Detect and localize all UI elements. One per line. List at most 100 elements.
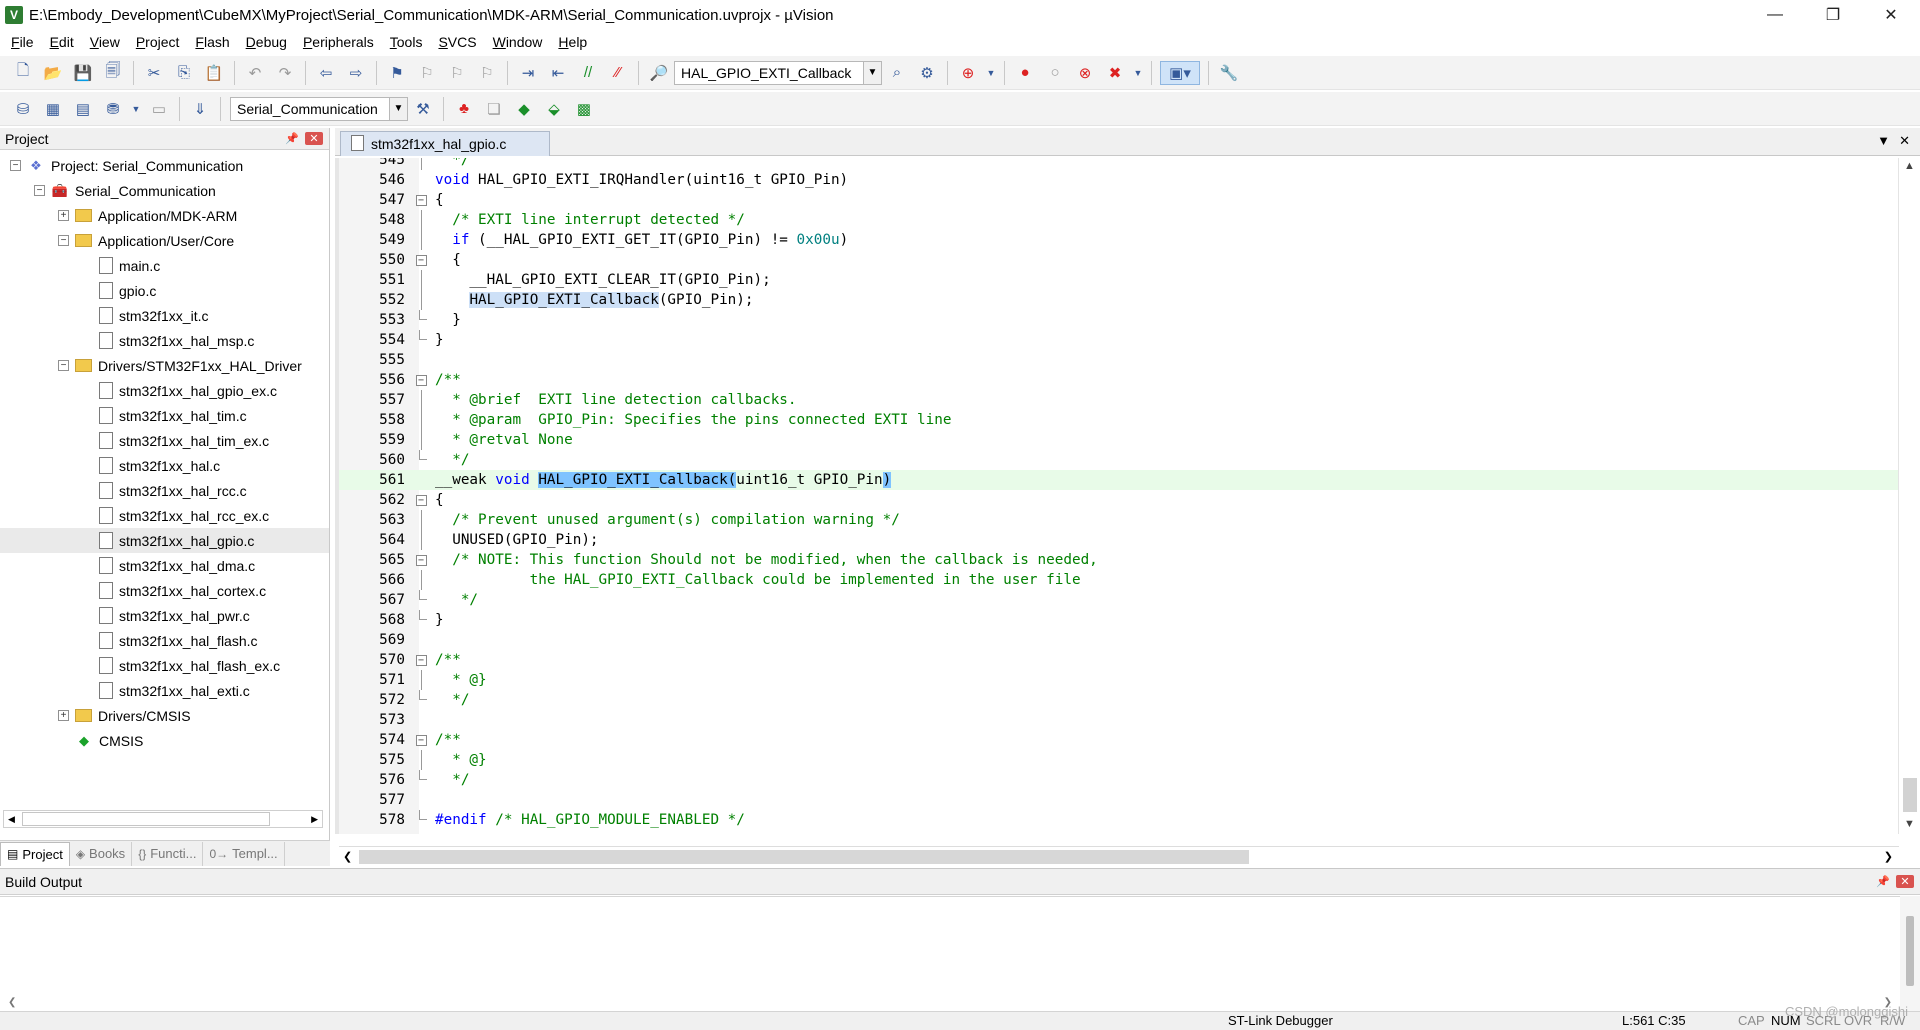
- bookmark-prev-icon[interactable]: ⚐: [415, 61, 439, 85]
- tree-item[interactable]: stm32f1xx_hal_rcc_ex.c: [0, 503, 329, 528]
- code-line[interactable]: 547−{: [339, 190, 1899, 210]
- menu-file[interactable]: File: [5, 34, 44, 50]
- breakpoint-disable-icon[interactable]: ○: [1043, 61, 1067, 85]
- tree-item[interactable]: − 🧰 Serial_Communication: [0, 178, 329, 203]
- run-time-environment-icon[interactable]: ▩: [572, 97, 596, 121]
- code-line[interactable]: 578 #endif /* HAL_GPIO_MODULE_ENABLED */: [339, 810, 1899, 830]
- tree-item[interactable]: stm32f1xx_hal_flash.c: [0, 628, 329, 653]
- menu-svcs[interactable]: SVCS: [432, 34, 486, 50]
- pin-icon[interactable]: 📌: [1874, 875, 1892, 888]
- tree-item[interactable]: stm32f1xx_hal_gpio_ex.c: [0, 378, 329, 403]
- tree-item[interactable]: ◆ CMSIS: [0, 728, 329, 753]
- collapse-icon[interactable]: −: [34, 185, 45, 196]
- fold-marker[interactable]: −: [411, 194, 431, 206]
- file-extensions-icon[interactable]: ♣: [452, 97, 476, 121]
- menu-flash[interactable]: Flash: [189, 34, 239, 50]
- menu-debug[interactable]: Debug: [240, 34, 297, 50]
- open-file-icon[interactable]: 📂: [41, 61, 65, 85]
- download-load-icon[interactable]: ⇓: [188, 97, 212, 121]
- editor-hscrollbar[interactable]: ❮ ❯: [339, 846, 1899, 866]
- chevron-down-icon[interactable]: ▼: [131, 97, 141, 121]
- code-line[interactable]: 548 /* EXTI line interrupt detected */: [339, 210, 1899, 230]
- collapse-icon[interactable]: −: [58, 360, 69, 371]
- navigate-back-icon[interactable]: ⇦: [314, 61, 338, 85]
- tree-item[interactable]: − Application/User/Core: [0, 228, 329, 253]
- scroll-left-icon[interactable]: ❮: [8, 997, 16, 1008]
- minimize-button[interactable]: —: [1746, 0, 1804, 30]
- panel-tab-functi[interactable]: {} Functi...: [132, 841, 204, 866]
- new-file-icon[interactable]: 🗋: [11, 61, 35, 85]
- fold-marker[interactable]: −: [411, 734, 431, 746]
- code-line[interactable]: 556−/**: [339, 370, 1899, 390]
- tree-item[interactable]: stm32f1xx_hal_tim.c: [0, 403, 329, 428]
- translate-icon[interactable]: ⛁: [11, 97, 35, 121]
- indent-icon[interactable]: ⇥: [516, 61, 540, 85]
- code-area[interactable]: 545 */ 546 void HAL_GPIO_EXTI_IRQHandler(u…: [335, 158, 1920, 834]
- code-line[interactable]: 546 void HAL_GPIO_EXTI_IRQHandler(uint16_…: [339, 170, 1899, 190]
- code-line[interactable]: 564 UNUSED(GPIO_Pin);: [339, 530, 1899, 550]
- code-line[interactable]: 565− /* NOTE: This function Should not b…: [339, 550, 1899, 570]
- close-window-button[interactable]: ✕: [1862, 0, 1920, 30]
- code-line[interactable]: 566 the HAL_GPIO_EXTI_Callback could be …: [339, 570, 1899, 590]
- chevron-down-icon[interactable]: ▼: [986, 61, 996, 85]
- code-line[interactable]: 557 * @brief EXTI line detection callbac…: [339, 390, 1899, 410]
- collapse-icon[interactable]: −: [10, 160, 21, 171]
- code-line[interactable]: 569: [339, 630, 1899, 650]
- code-line[interactable]: 552 HAL_GPIO_EXTI_Callback(GPIO_Pin);: [339, 290, 1899, 310]
- select-packs-icon[interactable]: ◆: [512, 97, 536, 121]
- tree-item[interactable]: stm32f1xx_hal_cortex.c: [0, 578, 329, 603]
- fold-marker[interactable]: −: [411, 494, 431, 506]
- find-icon[interactable]: ⌕: [885, 61, 909, 85]
- collapse-icon[interactable]: −: [415, 194, 427, 206]
- debug-session-icon[interactable]: ⊕: [956, 61, 980, 85]
- pin-icon[interactable]: 📌: [283, 132, 301, 145]
- bookmark-next-icon[interactable]: ⚐: [445, 61, 469, 85]
- scroll-right-icon[interactable]: ❯: [1884, 850, 1893, 863]
- tree-item[interactable]: stm32f1xx_hal_rcc.c: [0, 478, 329, 503]
- configure-icon[interactable]: 🔧: [1217, 61, 1241, 85]
- code-line[interactable]: 562−{: [339, 490, 1899, 510]
- bookmark-insert-icon[interactable]: ⚑: [385, 61, 409, 85]
- code-line[interactable]: 575 * @}: [339, 750, 1899, 770]
- fold-marker[interactable]: −: [411, 374, 431, 386]
- menu-help[interactable]: Help: [552, 34, 597, 50]
- panel-tab-templ[interactable]: 0→ Templ...: [203, 841, 285, 866]
- find-in-files-icon[interactable]: 🔎: [647, 61, 671, 85]
- code-line[interactable]: 560 */: [339, 450, 1899, 470]
- cut-icon[interactable]: ✂: [142, 61, 166, 85]
- save-icon[interactable]: 💾: [71, 61, 95, 85]
- tree-item[interactable]: − Drivers/STM32F1xx_HAL_Driver: [0, 353, 329, 378]
- build-output-hscrollbar[interactable]: ❮ ❯: [0, 993, 1900, 1011]
- code-line[interactable]: 577: [339, 790, 1899, 810]
- redo-icon[interactable]: ↷: [273, 61, 297, 85]
- navigate-forward-icon[interactable]: ⇨: [344, 61, 368, 85]
- code-line[interactable]: 574−/**: [339, 730, 1899, 750]
- uncomment-icon[interactable]: ⁄⁄: [606, 61, 630, 85]
- code-line[interactable]: 563 /* Prevent unused argument(s) compil…: [339, 510, 1899, 530]
- scroll-left-icon[interactable]: ◀: [8, 814, 15, 825]
- save-all-icon[interactable]: 🗐: [101, 61, 125, 85]
- code-line[interactable]: 567 */: [339, 590, 1899, 610]
- code-line[interactable]: 570−/**: [339, 650, 1899, 670]
- tree-item[interactable]: + Drivers/CMSIS: [0, 703, 329, 728]
- chevron-down-icon[interactable]: ▼: [1133, 61, 1143, 85]
- code-line[interactable]: 572 */: [339, 690, 1899, 710]
- code-line[interactable]: 555: [339, 350, 1899, 370]
- fold-marker[interactable]: −: [411, 554, 431, 566]
- bookmark-clear-icon[interactable]: ⚐: [475, 61, 499, 85]
- expand-icon[interactable]: +: [58, 710, 69, 721]
- code-line[interactable]: 554}: [339, 330, 1899, 350]
- collapse-icon[interactable]: −: [58, 235, 69, 246]
- menu-tools[interactable]: Tools: [384, 34, 433, 50]
- fold-marker[interactable]: −: [411, 654, 431, 666]
- tree-item[interactable]: stm32f1xx_hal.c: [0, 453, 329, 478]
- code-line[interactable]: 545 */: [339, 158, 1899, 170]
- close-icon[interactable]: ✕: [305, 132, 323, 145]
- tree-item[interactable]: gpio.c: [0, 278, 329, 303]
- code-line[interactable]: 561 __weak void HAL_GPIO_EXTI_Callback(ui…: [339, 470, 1899, 490]
- panel-tab-books[interactable]: ◈ Books: [70, 841, 133, 866]
- copy-icon[interactable]: ⎘: [172, 61, 196, 85]
- manage-components-icon[interactable]: ❏: [482, 97, 506, 121]
- tree-item[interactable]: stm32f1xx_hal_pwr.c: [0, 603, 329, 628]
- tree-item[interactable]: main.c: [0, 253, 329, 278]
